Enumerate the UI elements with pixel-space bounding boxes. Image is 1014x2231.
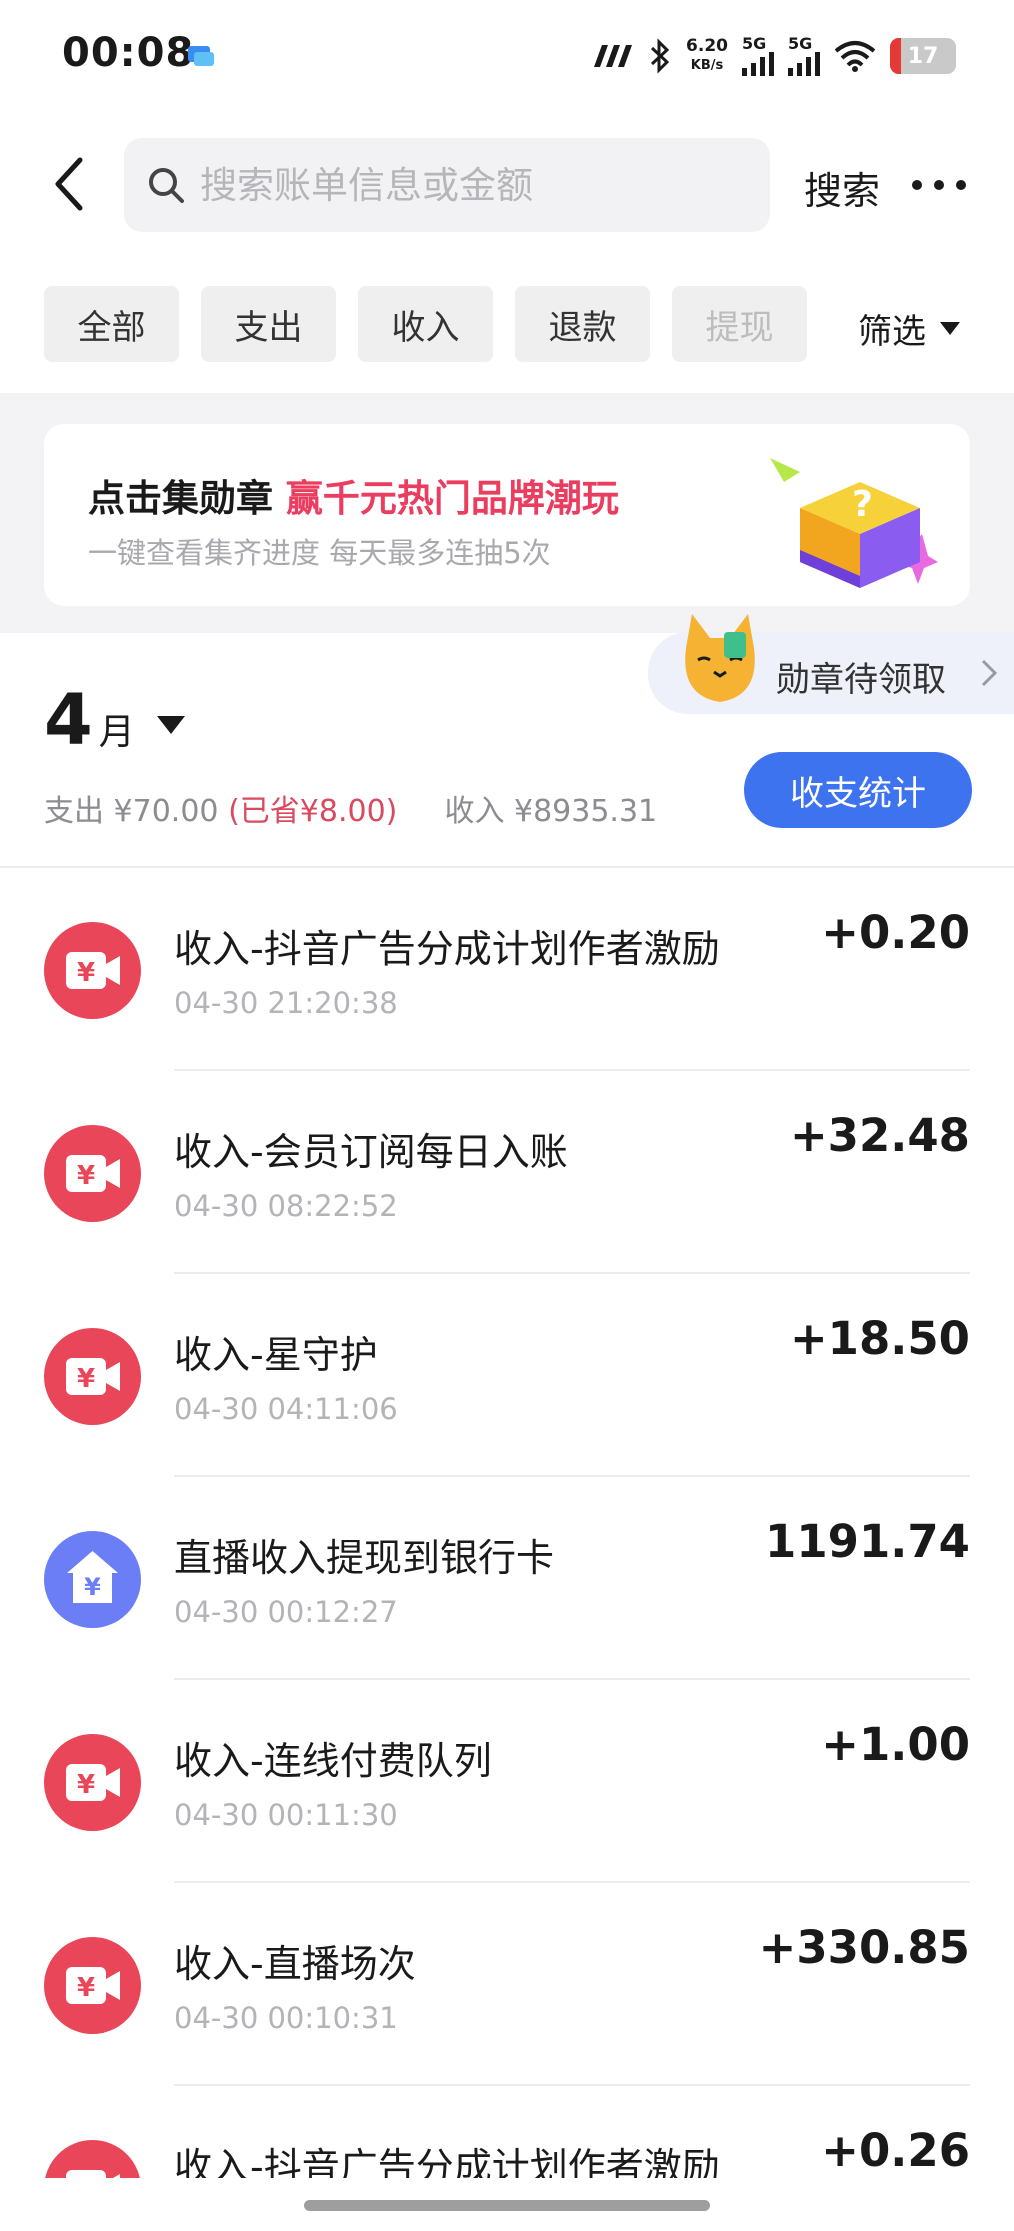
- month-unit: 月: [98, 712, 135, 753]
- search-icon: [149, 168, 184, 203]
- caret-down-icon: [156, 716, 185, 734]
- status-icons: 6.20 KB/s 5G 5G 17: [590, 32, 956, 80]
- expense-total: 支出 ¥70.00: [44, 794, 219, 829]
- banner-title: 点击集勋章 赢千元热门品牌潮玩: [88, 468, 619, 522]
- month-summary: 支出 ¥70.00 (已省¥8.00) 收入 ¥8935.31: [44, 786, 657, 830]
- transaction-amount: +0.26: [821, 2124, 970, 2177]
- medal-pending-label: 勋章待领取: [776, 660, 946, 700]
- chip-expense[interactable]: 支出: [201, 286, 336, 362]
- search-bar[interactable]: [124, 138, 770, 232]
- transaction-row[interactable]: ¥ 收入-连线付费队列 04-30 00:11:30 +1.00: [0, 1680, 1014, 1883]
- saved-amount: (已省¥8.00): [228, 794, 398, 829]
- network-speed-value: 6.20: [686, 36, 728, 56]
- transaction-title: 收入-会员订阅每日入账: [174, 1130, 568, 1174]
- transaction-amount: +18.50: [789, 1312, 970, 1365]
- svg-text:¥: ¥: [77, 2176, 95, 2178]
- message-notification-icon: [188, 46, 214, 66]
- transaction-amount: +1.00: [821, 1718, 970, 1771]
- svg-text:¥: ¥: [77, 1364, 95, 1394]
- transaction-title: 收入-直播场次: [174, 1942, 416, 1986]
- network-speed: 6.20 KB/s: [686, 37, 728, 75]
- sim1-signal: 5G: [742, 36, 774, 76]
- month-selector[interactable]: 4 月: [44, 680, 185, 760]
- banner-title-highlight: 赢千元热门品牌潮玩: [285, 477, 619, 520]
- svg-text:¥: ¥: [77, 958, 95, 988]
- yuan-video-icon: ¥: [44, 922, 141, 1019]
- filter-label: 筛选: [858, 312, 926, 352]
- chip-refund[interactable]: 退款: [515, 286, 650, 362]
- income-total: 收入 ¥8935.31: [444, 794, 658, 829]
- transaction-time: 04-30 00:11:30: [174, 1798, 398, 1832]
- transaction-title: 收入-抖音广告分成计划作者激励: [174, 927, 720, 971]
- transaction-time: 04-30 04:11:06: [174, 1392, 398, 1426]
- wifi-icon: [834, 41, 876, 72]
- mystery-gift-box-icon: ?: [770, 458, 938, 588]
- transaction-row[interactable]: ¥ 收入-星守护 04-30 04:11:06 +18.50: [0, 1274, 1014, 1477]
- svg-text:?: ?: [852, 484, 873, 525]
- more-options-icon[interactable]: [912, 170, 966, 200]
- transaction-row[interactable]: ¥ 直播收入提现到银行卡 04-30 00:12:27 1191.74: [0, 1477, 1014, 1680]
- sim2-signal: 5G: [788, 36, 820, 76]
- transaction-amount: +330.85: [758, 1921, 970, 1974]
- transaction-amount: 1191.74: [765, 1515, 970, 1568]
- battery-level-text: 17: [907, 43, 939, 69]
- chip-income[interactable]: 收入: [358, 286, 493, 362]
- search-button[interactable]: 搜索: [804, 160, 880, 215]
- chevron-right-icon: [981, 659, 998, 687]
- medal-pending-tab[interactable]: 勋章待领取: [648, 614, 1014, 714]
- search-input[interactable]: [200, 163, 760, 207]
- network-speed-unit: KB/s: [690, 58, 724, 73]
- filter-chips: 全部 支出 收入 退款 提现: [44, 286, 807, 362]
- transaction-title: 收入-连线付费队列: [174, 1739, 492, 1783]
- bluetooth-icon: [651, 38, 670, 74]
- transaction-row[interactable]: ¥ 收入-会员订阅每日入账 04-30 08:22:52 +32.48: [0, 1071, 1014, 1274]
- yuan-video-icon: ¥: [44, 1937, 141, 2034]
- transaction-row[interactable]: ¥ 收入-抖音广告分成计划作者激励 04-30 21:20:38 +0.20: [0, 868, 1014, 1071]
- medal-promo-banner[interactable]: 点击集勋章 赢千元热门品牌潮玩 一键查看集齐进度 每天最多连抽5次 ?: [44, 424, 970, 606]
- transaction-row[interactable]: ¥ 收入-直播场次 04-30 00:10:31 +330.85: [0, 1883, 1014, 2086]
- home-indicator[interactable]: [304, 2200, 710, 2211]
- signal-bars-icon: [788, 52, 820, 76]
- transaction-title: 收入-抖音广告分成计划作者激励: [174, 2145, 720, 2178]
- sim2-label: 5G: [788, 34, 813, 53]
- sim1-label: 5G: [742, 34, 767, 53]
- yuan-video-icon: ¥: [44, 1734, 141, 1831]
- svg-text:¥: ¥: [77, 1770, 95, 1800]
- transaction-time: 04-30 21:20:38: [174, 986, 398, 1020]
- transaction-row[interactable]: ¥ 收入-抖音广告分成计划作者激励 +0.26: [0, 2086, 1014, 2178]
- chip-withdraw[interactable]: 提现: [672, 286, 807, 362]
- status-bar: 00:08 6.20 KB/s 5G 5G 17: [0, 0, 1014, 110]
- yuan-video-icon: ¥: [44, 1125, 141, 1222]
- filter-dropdown-button[interactable]: 筛选: [858, 304, 960, 353]
- banner-subtitle: 一键查看集齐进度 每天最多连抽5次: [88, 536, 551, 570]
- transaction-amount: +32.48: [789, 1109, 970, 1162]
- nfc-icon: [594, 45, 633, 67]
- chip-all[interactable]: 全部: [44, 286, 179, 362]
- transaction-list: ¥ 收入-抖音广告分成计划作者激励 04-30 21:20:38 +0.20 ¥ 收…: [0, 868, 1014, 2178]
- transaction-title: 收入-星守护: [174, 1333, 378, 1377]
- svg-text:¥: ¥: [77, 1161, 95, 1191]
- back-arrow-icon[interactable]: [48, 152, 92, 216]
- month-number: 4: [44, 679, 93, 761]
- yuan-video-icon: ¥: [44, 1328, 141, 1425]
- banner-title-plain: 点击集勋章: [88, 477, 286, 520]
- cat-mascot-icon: [685, 614, 755, 702]
- status-time: 00:08: [62, 30, 195, 76]
- transaction-time: 04-30 00:10:31: [174, 2001, 398, 2035]
- signal-bars-icon: [742, 52, 774, 76]
- income-expense-stats-button[interactable]: 收支统计: [744, 752, 972, 828]
- svg-text:¥: ¥: [84, 1573, 101, 1601]
- yuan-video-icon: ¥: [44, 2140, 141, 2178]
- transaction-amount: +0.20: [821, 906, 970, 959]
- withdraw-house-icon: ¥: [44, 1531, 141, 1628]
- battery-fill: [890, 38, 902, 74]
- svg-text:¥: ¥: [77, 1973, 95, 2003]
- transaction-time: 04-30 00:12:27: [174, 1595, 398, 1629]
- battery-indicator: 17: [890, 38, 956, 74]
- caret-down-icon: [940, 322, 960, 335]
- transaction-title: 直播收入提现到银行卡: [174, 1536, 555, 1580]
- transaction-time: 04-30 08:22:52: [174, 1189, 398, 1223]
